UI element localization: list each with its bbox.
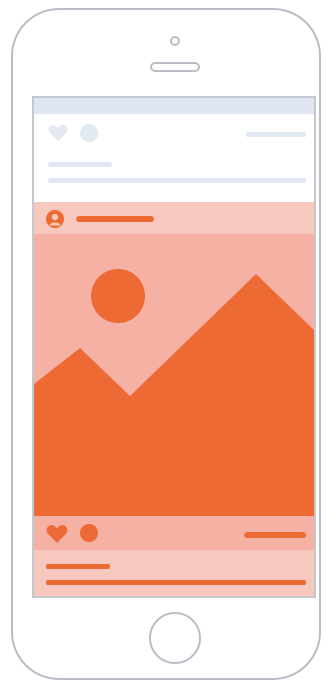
heart-icon[interactable]: [48, 124, 68, 142]
comment-bubble-icon[interactable]: [80, 124, 98, 142]
home-button[interactable]: [149, 612, 201, 664]
post-image[interactable]: [34, 234, 314, 516]
username-placeholder[interactable]: [76, 216, 154, 222]
earpiece-speaker: [150, 62, 200, 72]
post-actions-bar: [34, 516, 314, 550]
user-avatar-icon[interactable]: [46, 210, 64, 228]
landscape-image-icon: [34, 234, 314, 516]
status-bar: [34, 98, 314, 114]
post-header: [34, 202, 314, 234]
highlighted-post-card: [34, 202, 314, 596]
likes-count-placeholder: [244, 532, 306, 538]
heart-icon[interactable]: [46, 524, 68, 544]
prev-post-caption-placeholder: [48, 162, 112, 167]
phone-screen: [32, 96, 316, 598]
prev-post-meta-placeholder: [246, 132, 306, 137]
caption-placeholder: [46, 580, 306, 585]
comment-bubble-icon[interactable]: [80, 524, 98, 542]
prev-post-caption-placeholder: [48, 178, 306, 183]
caption-placeholder: [46, 564, 110, 569]
phone-mockup: [0, 0, 336, 690]
front-camera: [170, 36, 180, 46]
